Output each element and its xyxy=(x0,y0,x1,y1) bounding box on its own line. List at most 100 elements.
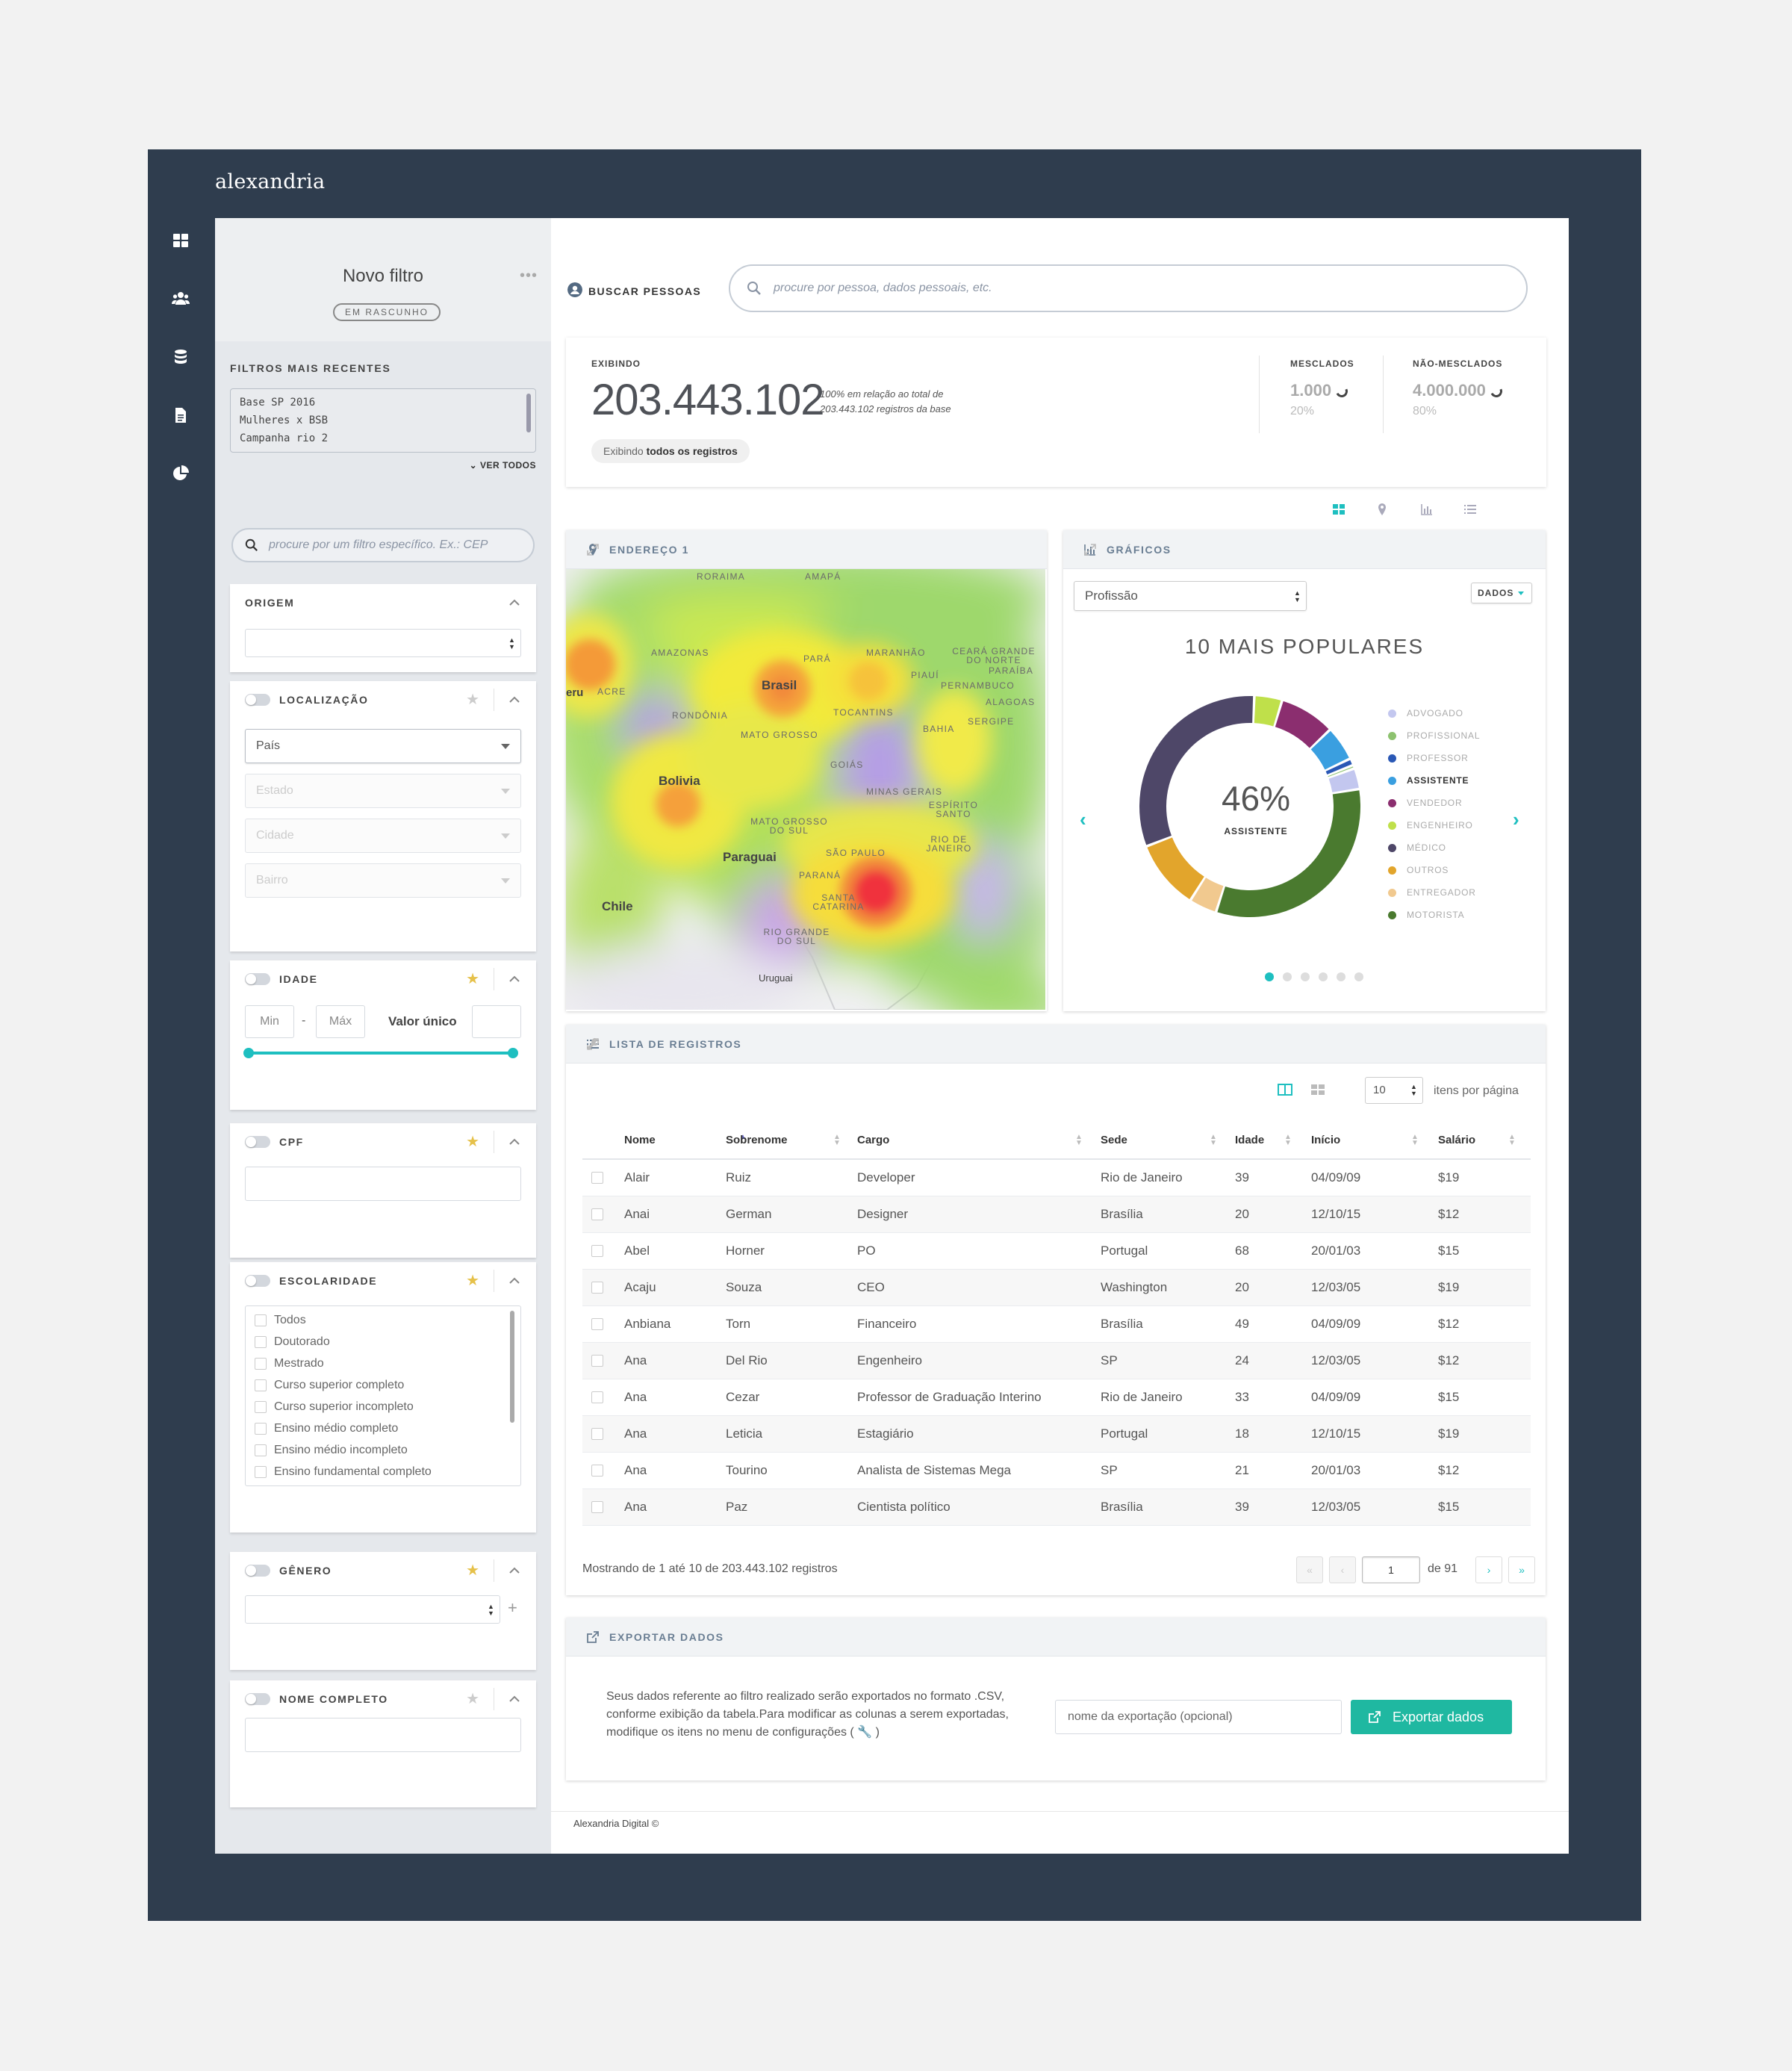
legend-item[interactable]: VENDEDOR xyxy=(1388,792,1480,814)
row-checkbox[interactable] xyxy=(591,1428,603,1441)
export-name-input[interactable]: nome da exportação (opcional) xyxy=(1055,1700,1342,1734)
expand-icon[interactable] xyxy=(585,1037,600,1052)
legend-item[interactable]: MÉDICO xyxy=(1388,836,1480,859)
checkbox[interactable] xyxy=(255,1465,267,1478)
sort-icon[interactable]: ▲ ▼ xyxy=(1508,1134,1516,1147)
star-icon[interactable]: ★ xyxy=(466,1134,479,1149)
legend-item[interactable]: ASSISTENTE xyxy=(1388,769,1480,792)
row-checkbox[interactable] xyxy=(591,1208,603,1221)
checkbox[interactable] xyxy=(255,1314,267,1326)
row-checkbox[interactable] xyxy=(591,1172,603,1184)
carousel-dot[interactable] xyxy=(1283,972,1292,981)
carousel-dot[interactable] xyxy=(1301,972,1310,981)
legend-item[interactable]: OUTROS xyxy=(1388,859,1480,881)
document-icon[interactable] xyxy=(166,400,196,430)
chevron-up-icon[interactable] xyxy=(508,693,521,707)
scrollbar[interactable] xyxy=(510,1311,514,1423)
first-page-button[interactable]: « xyxy=(1296,1556,1323,1583)
row-checkbox[interactable] xyxy=(591,1391,603,1404)
city-select[interactable]: Cidade xyxy=(245,819,521,853)
age-range-slider[interactable] xyxy=(243,1048,518,1058)
checkbox[interactable] xyxy=(255,1444,267,1456)
table-row[interactable]: Ana Paz Cientista político Brasília 39 12/03/… xyxy=(582,1488,1531,1526)
chevron-up-icon[interactable] xyxy=(508,1692,521,1706)
chevron-up-icon[interactable] xyxy=(508,596,521,609)
sort-icon[interactable]: ▲ ▼ xyxy=(1284,1134,1292,1147)
header-idade[interactable]: Idade ▲ ▼ xyxy=(1235,1122,1311,1160)
recent-filter-item[interactable]: Campanha rio 2 xyxy=(240,429,526,447)
genero-toggle[interactable] xyxy=(245,1565,270,1577)
dashboard-icon[interactable] xyxy=(166,226,196,255)
donut-slice-vendedor[interactable] xyxy=(1275,701,1329,748)
donut-slice-advogado[interactable] xyxy=(1328,769,1359,792)
checkbox[interactable] xyxy=(255,1422,267,1435)
table-row[interactable]: Abel Horner PO Portugal 68 20/01/03 $15 xyxy=(582,1232,1531,1270)
carousel-dot[interactable] xyxy=(1265,972,1274,981)
expand-icon[interactable] xyxy=(585,542,600,557)
list-item[interactable]: Ensino médio incompleto xyxy=(246,1439,520,1461)
table-row[interactable]: Alair Ruiz Developer Rio de Janeiro 39 04/09/… xyxy=(582,1159,1531,1196)
checkbox[interactable] xyxy=(255,1400,267,1413)
showing-pill[interactable]: Exibindo todos os registros xyxy=(591,439,750,463)
more-options-icon[interactable]: ••• xyxy=(520,267,538,285)
grid-view-icon[interactable] xyxy=(1328,498,1350,521)
table-row[interactable]: Anbiana Torn Financeiro Brasília 49 04/09/09 $… xyxy=(582,1305,1531,1343)
list-view-icon[interactable] xyxy=(1459,498,1481,521)
checkbox[interactable] xyxy=(255,1357,267,1370)
table-row[interactable]: Ana Del Rio Engenheiro SP 24 12/03/05 $12 xyxy=(582,1342,1531,1379)
list-item[interactable]: Doutorado xyxy=(246,1331,520,1353)
list-item[interactable]: Ensino fundamental completo xyxy=(246,1461,520,1482)
donut-slice-médico[interactable] xyxy=(1139,696,1254,845)
genero-select[interactable]: ▲ ▼ xyxy=(245,1595,500,1624)
legend-item[interactable]: PROFISSIONAL xyxy=(1388,724,1480,747)
legend-item[interactable]: ENTREGADOR xyxy=(1388,881,1480,904)
donut-slice-engenheiro[interactable] xyxy=(1254,696,1281,727)
escolaridade-toggle[interactable] xyxy=(245,1275,270,1287)
filter-search-input[interactable]: procure por um filtro específico. Ex.: C… xyxy=(231,528,535,562)
donut-slice-outros[interactable] xyxy=(1147,837,1204,899)
header-salario[interactable]: Salário ▲ ▼ xyxy=(1438,1122,1531,1160)
users-icon[interactable] xyxy=(166,284,196,314)
list-item[interactable]: Mestrado xyxy=(246,1353,520,1374)
map-pin-icon[interactable] xyxy=(1371,498,1393,521)
legend-item[interactable]: MOTORISTA xyxy=(1388,904,1480,926)
pie-chart-icon[interactable] xyxy=(166,459,196,488)
chevron-up-icon[interactable] xyxy=(508,1135,521,1149)
state-select[interactable]: Estado xyxy=(245,774,521,808)
sort-icon[interactable]: ▲ ▼ xyxy=(833,1134,841,1147)
age-min-input[interactable]: Min xyxy=(245,1005,294,1038)
localizacao-toggle[interactable] xyxy=(245,694,270,706)
row-checkbox[interactable] xyxy=(591,1318,603,1331)
row-checkbox[interactable] xyxy=(591,1501,603,1514)
legend-item[interactable]: ENGENHEIRO xyxy=(1388,814,1480,836)
recent-filter-item[interactable]: Mulheres x BSB xyxy=(240,412,526,429)
neighborhood-select[interactable]: Bairro xyxy=(245,863,521,898)
bar-chart-icon[interactable] xyxy=(1416,498,1438,521)
carousel-dot[interactable] xyxy=(1354,972,1363,981)
header-inicio[interactable]: Início ▲ ▼ xyxy=(1311,1122,1438,1160)
star-icon[interactable]: ★ xyxy=(466,1692,479,1707)
cpf-toggle[interactable] xyxy=(245,1136,270,1148)
see-all-link[interactable]: ⌄ VER TODOS xyxy=(470,460,536,471)
row-checkbox[interactable] xyxy=(591,1245,603,1258)
donut-slice-entregador[interactable] xyxy=(1192,878,1224,912)
star-icon[interactable]: ★ xyxy=(466,692,479,707)
slider-max-handle[interactable] xyxy=(508,1048,518,1058)
list-item[interactable]: Ensino médio completo xyxy=(246,1418,520,1439)
table-row[interactable]: Anai German Designer Brasília 20 12/10/15 $12 xyxy=(582,1196,1531,1233)
database-icon[interactable] xyxy=(166,342,196,372)
grid-view-icon[interactable] xyxy=(1310,1081,1326,1098)
star-icon[interactable]: ★ xyxy=(466,1563,479,1578)
data-dropdown-button[interactable]: DADOS xyxy=(1471,583,1532,603)
sort-icon[interactable]: ▲ ▼ xyxy=(1210,1134,1217,1147)
table-row[interactable]: Ana Cezar Professor de Graduação Interino R… xyxy=(582,1379,1531,1416)
checkbox[interactable] xyxy=(255,1379,267,1391)
list-item[interactable]: Todos xyxy=(246,1309,520,1331)
star-icon[interactable]: ★ xyxy=(466,972,479,987)
sort-icon[interactable]: ▲ ▼ xyxy=(1411,1134,1419,1147)
checkbox[interactable] xyxy=(255,1335,267,1348)
people-search-input[interactable]: procure por pessoa, dados pessoais, etc. xyxy=(729,264,1528,312)
nome-input[interactable] xyxy=(245,1718,521,1752)
header-cargo[interactable]: Cargo ▲ ▼ xyxy=(857,1122,1101,1160)
donut-slice-professor[interactable] xyxy=(1325,760,1352,774)
